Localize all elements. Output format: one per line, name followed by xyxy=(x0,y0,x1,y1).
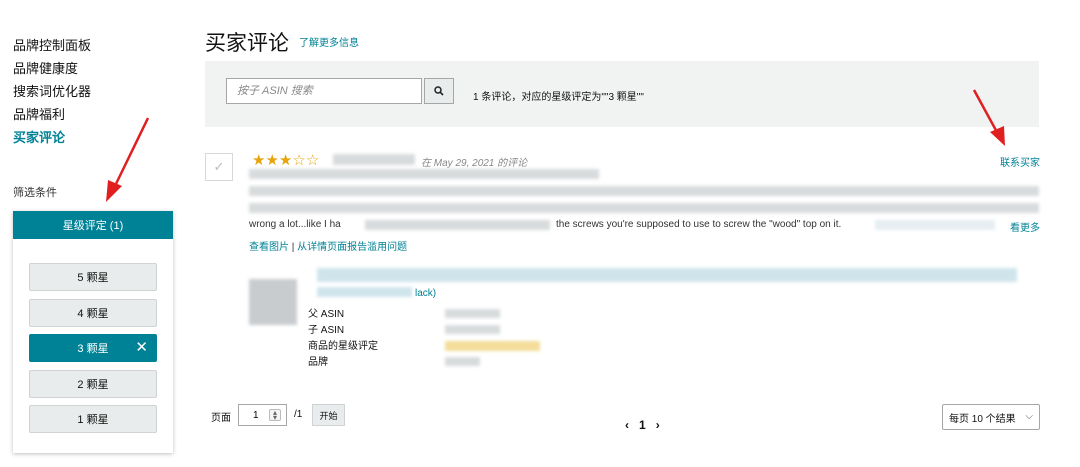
star-rating-filter-header[interactable]: 星级评定 (1) xyxy=(13,211,173,239)
blurred-review-text xyxy=(875,220,995,230)
blurred-child-asin xyxy=(445,325,500,334)
result-count-text: 1 条评论，对应的星级评定为""3 颗星"" xyxy=(473,92,644,103)
next-page-icon[interactable]: › xyxy=(651,418,665,432)
prev-page-icon[interactable]: ‹ xyxy=(620,418,634,432)
page-navigation: ‹ 1 › xyxy=(620,418,665,432)
sidebar-nav: 品牌控制面板 品牌健康度 搜索词优化器 品牌福利 买家评论 xyxy=(13,34,91,149)
view-images-link[interactable]: 查看图片 xyxy=(249,242,289,253)
blurred-review-text xyxy=(249,186,1039,196)
review-select-checkbox[interactable]: ✓ xyxy=(205,153,233,181)
results-per-page-select[interactable]: 每页 10 个结果 ⌵ xyxy=(942,404,1040,430)
blurred-parent-asin xyxy=(445,309,500,318)
page-stepper-icon[interactable]: ▴ ▾ xyxy=(269,409,281,422)
star-option-1[interactable]: 1 颗星 xyxy=(29,405,157,433)
chevron-down-icon: ⌵ xyxy=(1025,411,1033,422)
current-page-number[interactable]: 1 xyxy=(634,418,651,432)
page-title: 买家评论 xyxy=(205,32,289,55)
go-button[interactable]: 开始 xyxy=(312,404,345,426)
product-title-suffix[interactable]: lack) xyxy=(415,288,436,299)
blurred-product-title xyxy=(317,268,1017,282)
main-content: 买家评论 了解更多信息 1 条评论，对应的星级评定为""3 颗星"" ✓ ★★★… xyxy=(205,0,1040,467)
blurred-product-rating xyxy=(445,341,540,351)
remove-filter-icon[interactable]: ✕ xyxy=(135,339,148,357)
star-option-3[interactable]: 3 颗星 ✕ xyxy=(29,334,157,362)
blurred-review-text xyxy=(249,203,1039,213)
star-filled-icon: ★ xyxy=(265,152,279,169)
nav-brand-dashboard[interactable]: 品牌控制面板 xyxy=(13,34,91,57)
review-date: 在 May 29, 2021 的评论 xyxy=(421,158,528,169)
blurred-reviewer-name xyxy=(333,154,415,165)
page-root: 品牌控制面板 品牌健康度 搜索词优化器 品牌福利 买家评论 筛选条件 星级评定 … xyxy=(0,0,1080,467)
star-option-2[interactable]: 2 颗星 xyxy=(29,369,157,398)
see-more-link[interactable]: 看更多 xyxy=(1010,219,1040,234)
blurred-product-title xyxy=(317,287,412,297)
total-pages: /1 xyxy=(294,409,303,420)
blurred-review-text xyxy=(365,220,550,230)
filter-title: 筛选条件 xyxy=(13,187,57,199)
blurred-product-image xyxy=(249,279,297,325)
star-filled-icon: ★ xyxy=(252,152,266,169)
review-text-line: wrong a lot...like I ha xyxy=(249,219,341,230)
review-text-line-2: the screws you're supposed to use to scr… xyxy=(556,219,842,230)
report-abuse-link[interactable]: 从详情页面报告滥用问题 xyxy=(297,242,407,253)
search-button[interactable] xyxy=(424,78,454,104)
star-rating-options: 5 颗星 4 颗星 3 颗星 ✕ 2 颗星 1 颗星 xyxy=(29,263,157,441)
product-attribute-labels: 父 ASIN 子 ASIN 商品的星级评定 品牌 xyxy=(308,309,378,368)
blurred-review-title xyxy=(249,169,599,179)
star-option-4[interactable]: 4 颗星 xyxy=(29,298,157,327)
nav-search-term-optimizer[interactable]: 搜索词优化器 xyxy=(13,80,91,103)
search-bar-area: 1 条评论，对应的星级评定为""3 颗星"" xyxy=(205,61,1039,127)
check-icon: ✓ xyxy=(213,159,225,174)
pagination-label: 页面 xyxy=(211,413,231,424)
review-star-rating: ★★★☆☆ xyxy=(252,151,319,169)
learn-more-link[interactable]: 了解更多信息 xyxy=(299,34,359,49)
star-rating-filter-panel: 星级评定 (1) 5 颗星 4 颗星 3 颗星 ✕ 2 颗星 1 颗星 xyxy=(13,211,173,453)
nav-brand-health[interactable]: 品牌健康度 xyxy=(13,57,91,80)
nav-customer-reviews[interactable]: 买家评论 xyxy=(13,126,91,149)
star-option-5[interactable]: 5 颗星 xyxy=(29,263,157,291)
contact-buyer-link[interactable]: 联系买家 xyxy=(1000,154,1040,169)
nav-brand-benefits[interactable]: 品牌福利 xyxy=(13,103,91,126)
search-icon xyxy=(434,86,444,96)
sidebar: 品牌控制面板 品牌健康度 搜索词优化器 品牌福利 买家评论 筛选条件 星级评定 … xyxy=(0,0,184,467)
star-empty-icon: ☆ xyxy=(292,152,306,169)
review-links: 查看图片 | 从详情页面报告滥用问题 xyxy=(249,242,408,253)
star-empty-icon: ☆ xyxy=(305,152,320,169)
asin-search-input[interactable] xyxy=(226,78,422,104)
star-filled-icon: ★ xyxy=(278,152,293,169)
blurred-brand xyxy=(445,357,480,366)
